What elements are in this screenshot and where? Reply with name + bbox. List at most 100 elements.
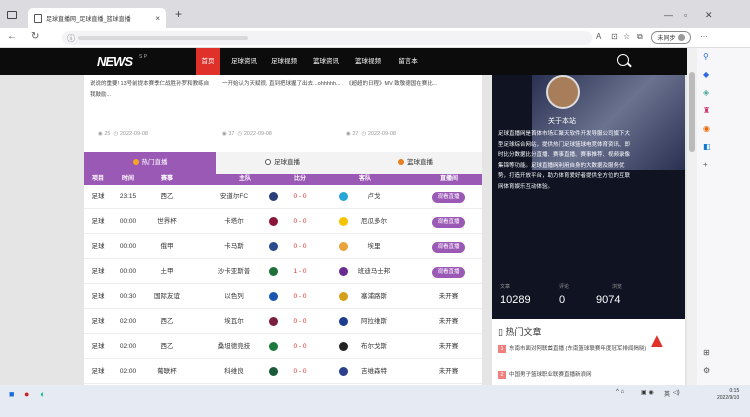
football-icon (265, 159, 271, 165)
nav-football-video[interactable]: 足球视频 (268, 48, 300, 75)
settings-icon[interactable]: ⚙ (703, 366, 710, 375)
hot-item[interactable]: 1 东南市面对阿联酋直播 (东南篮球联赛年度冠军排闻揭晓) (498, 345, 648, 354)
nav-home[interactable]: 首页 (196, 48, 220, 75)
collections-icon[interactable]: ⧉ (637, 32, 643, 42)
article-meta: ◉ 25 ◷ 2022-09-08 (98, 131, 148, 137)
col-score: 比分 (293, 176, 306, 182)
article-meta: ◉ 37 ◷ 2022-09-08 (222, 131, 272, 137)
browser-tab-bar: 足球直播网_足球直播_篮球直播 × + — ▫ ✕ (0, 0, 750, 28)
home-team-logo-icon (269, 367, 278, 376)
article-snippet[interactable]: 说说的重要! 13号前提本赛季仁战胜孙罗和教练自我鼓励... (90, 79, 210, 101)
nav-basketball-video[interactable]: 篮球视频 (352, 48, 384, 75)
new-tab-icon[interactable]: + (175, 7, 182, 21)
col-away: 客队 (358, 176, 371, 182)
back-icon[interactable]: ← (7, 31, 17, 42)
col-league: 赛事 (160, 176, 173, 182)
stat-articles: 10289 (500, 294, 531, 306)
search-icon[interactable] (617, 54, 629, 66)
volume-icon[interactable]: ◁) (673, 389, 680, 396)
away-team-logo-icon (339, 267, 348, 276)
refresh-icon[interactable]: ↻ (31, 31, 39, 42)
about-text: 足球直播网是首体市场汇聚天软件开发导服公司旗下大型足球综合网站，提供热门足球篮球… (498, 131, 631, 190)
network-icon[interactable]: ▣ ◉ (641, 389, 654, 396)
league-cell: 西乙 (160, 193, 174, 200)
time-cell: 00:30 (119, 293, 137, 300)
taskbar: ■ ● ◐ ^ ⌂ ▣ ◉ 英 ◁) 0:15 2022/9/10 (0, 385, 750, 417)
table-row: 足球 00:00 俄甲 卡马斯 0 - 0 埃里 观看直播 (84, 235, 482, 259)
minimize-icon[interactable]: — (664, 10, 673, 20)
tab-basketball-live[interactable]: 篮球直播 (349, 152, 482, 174)
games-icon[interactable]: ♜ (703, 106, 710, 115)
more-icon[interactable]: ··· (700, 32, 708, 41)
edge-sidebar: ⚲ ◆ ◈ ♜ ◉ ◧ + ⊞ ⚙ (697, 48, 750, 385)
sport-cell: 足球 (91, 243, 105, 250)
stat-views: 9074 (596, 294, 621, 306)
score-cell: 1 - 0 (293, 268, 307, 275)
home-team-logo-icon (269, 217, 278, 226)
url-text (78, 36, 248, 40)
watch-live-button[interactable]: 观看直播 (432, 192, 465, 203)
away-team-cell: 塞浦路斯 (361, 293, 387, 300)
hot-item[interactable]: 2 中国男子篮球职业联赛直播新浪网 (498, 371, 648, 380)
not-started-label: 未开赛 (438, 343, 459, 350)
scrollbar[interactable] (687, 48, 697, 385)
close-window-icon[interactable]: ✕ (705, 10, 713, 21)
site-header: NEWS S P 首页 足球资讯 足球视频 篮球资讯 篮球视频 留言本 (0, 48, 697, 75)
browser-toolbar: ← ↻ ⓘ A ⊡ ☆ ⧉ 未同步 ··· (0, 28, 750, 48)
watch-live-button[interactable]: 观看直播 (432, 217, 465, 228)
tray-icons[interactable]: ^ ⌂ (616, 389, 624, 395)
extension-icon[interactable]: ⊡ (611, 32, 618, 41)
back-to-top-rocket-icon[interactable]: ▲ (647, 330, 667, 353)
tab-close-icon[interactable]: × (155, 14, 160, 23)
info-icon: ⓘ (67, 34, 75, 43)
tag-icon[interactable]: ◆ (703, 70, 709, 79)
table-row: 足球 23:15 西乙 安道尔FC 0 - 0 卢戈 观看直播 (84, 185, 482, 209)
clock[interactable]: 0:15 2022/9/10 (717, 388, 739, 402)
watch-live-button[interactable]: 观看直播 (432, 242, 465, 253)
away-team-logo-icon (339, 367, 348, 376)
app-icon[interactable]: ● (24, 389, 29, 399)
window-menu-icon[interactable] (7, 11, 17, 19)
time-cell: 00:00 (119, 268, 137, 275)
office-icon[interactable]: ◉ (703, 124, 710, 133)
edge-icon[interactable]: ◐ (40, 389, 45, 399)
website: NEWS S P 首页 足球资讯 足球视频 篮球资讯 篮球视频 留言本 说说的重… (0, 48, 697, 385)
ime-lang[interactable]: 英 (664, 389, 670, 398)
about-card: 关于本站 足球直播网是首体市场汇聚天软件开发导服公司旗下大型足球综合网站，提供热… (492, 75, 685, 319)
tab-football-live[interactable]: 足球直播 (216, 152, 349, 174)
article-snippet[interactable]: 一开始认为天赋很, 直到把球握了出去...ohhhhh... (222, 79, 342, 90)
site-logo[interactable]: NEWS (97, 54, 133, 69)
outlook-icon[interactable]: ◧ (703, 142, 711, 151)
fire-icon (132, 159, 139, 165)
article-meta: ◉ 27 ◷ 2022-09-08 (346, 131, 396, 137)
table-row: 足球 02:00 西乙 桑坦德竞技 0 - 0 布尔戈斯 未开赛 (84, 335, 482, 359)
search-icon[interactable]: ⚲ (703, 52, 709, 61)
nav-guestbook[interactable]: 留言本 (394, 48, 422, 75)
split-screen-icon[interactable]: ⊞ (703, 348, 710, 357)
about-title: 关于本站 (548, 118, 576, 125)
maximize-icon[interactable]: ▫ (684, 10, 687, 20)
browser-tab[interactable]: 足球直播网_足球直播_篮球直播 × (28, 8, 166, 28)
read-aloud-icon[interactable]: A (596, 32, 601, 41)
watch-live-button[interactable]: 观看直播 (432, 267, 465, 278)
windows-icon[interactable]: ■ (9, 389, 14, 399)
home-team-logo-icon (269, 342, 278, 351)
table-row: 足球 00:30 国际友谊 以色列 0 - 0 塞浦路斯 未开赛 (84, 285, 482, 309)
avatar (677, 34, 685, 41)
favorite-icon[interactable]: ☆ (623, 32, 630, 41)
tab-hot-live[interactable]: 热门直播 (84, 152, 216, 174)
profile-button[interactable]: 未同步 (651, 31, 691, 44)
article-snippet[interactable]: 《超超的日程》MV 致敬德国在赛比... (346, 79, 466, 90)
col-home: 主队 (238, 176, 251, 182)
stat-comments: 0 (559, 294, 566, 306)
address-bar[interactable]: ⓘ (62, 31, 592, 45)
home-team-logo-icon (269, 292, 278, 301)
nav-basketball-news[interactable]: 篮球资讯 (310, 48, 342, 75)
home-team-cell: 卡塔尔 (224, 218, 244, 225)
page-icon (34, 13, 42, 23)
tools-icon[interactable]: ◈ (703, 88, 709, 97)
add-icon[interactable]: + (703, 160, 708, 169)
scroll-thumb[interactable] (689, 72, 695, 152)
nav-football-news[interactable]: 足球资讯 (228, 48, 260, 75)
time-cell: 02:00 (119, 343, 137, 350)
